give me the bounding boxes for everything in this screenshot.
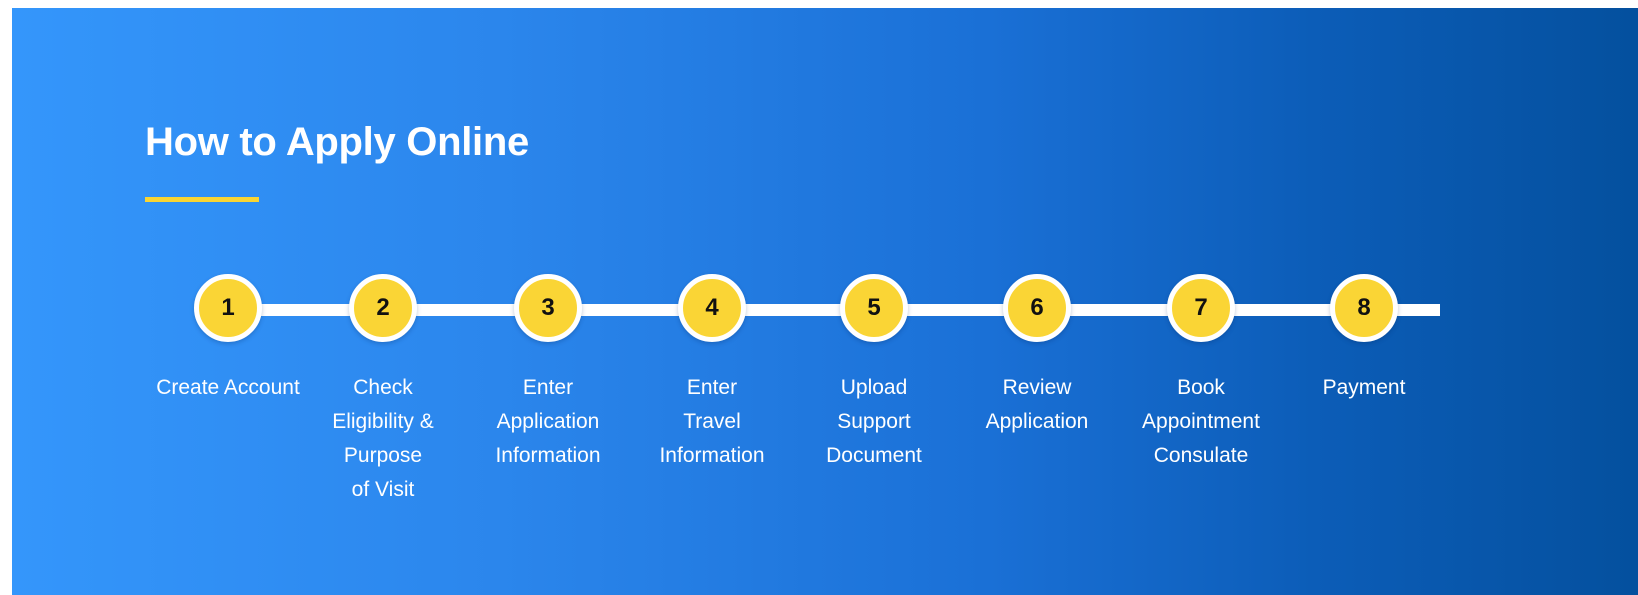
step-6-number: 6 [1030, 294, 1044, 321]
step-2-label-line: Check [353, 376, 413, 399]
step-4-label-line: Information [659, 444, 765, 467]
step-2-label-line: Purpose [343, 444, 423, 467]
step-3-label-line: Information [495, 444, 601, 467]
step-5-label-line: Support [837, 410, 911, 433]
step-8-label-line: Payment [1322, 376, 1406, 399]
step-2-label: Check Eligibility & Purpose of Visit [293, 371, 473, 507]
how-to-apply-banner: How to Apply Online 1 Create Account 2 C… [12, 8, 1638, 595]
title-underline [145, 197, 259, 202]
step-3-label-line: Enter [522, 376, 574, 399]
step-4: 4 Enter Travel Information [622, 274, 802, 473]
step-6-label: Review Application [947, 371, 1127, 439]
step-2-label-line: Eligibility & [332, 410, 434, 433]
step-8-number: 8 [1357, 294, 1371, 321]
step-4-number: 4 [705, 294, 719, 321]
step-7-label-line: Consulate [1153, 444, 1249, 467]
step-3-label: Enter Application Information [458, 371, 638, 473]
step-7-number: 7 [1194, 294, 1208, 321]
step-4-circle[interactable]: 4 [678, 274, 746, 342]
step-5-circle[interactable]: 5 [840, 274, 908, 342]
step-8-circle[interactable]: 8 [1330, 274, 1398, 342]
step-5-number: 5 [867, 294, 881, 321]
step-8: 8 Payment [1274, 274, 1454, 405]
step-6-label-line: Review [1002, 376, 1072, 399]
step-3-circle[interactable]: 3 [514, 274, 582, 342]
step-5-label-line: Document [826, 444, 922, 467]
step-1-label: Create Account [138, 371, 318, 405]
step-4-label-line: Travel [683, 410, 741, 433]
step-2: 2 Check Eligibility & Purpose of Visit [293, 274, 473, 507]
step-7-circle[interactable]: 7 [1167, 274, 1235, 342]
step-7-label-line: Appointment [1142, 410, 1260, 433]
step-5-label: Upload Support Document [784, 371, 964, 473]
step-2-number: 2 [376, 294, 390, 321]
step-6: 6 Review Application [947, 274, 1127, 439]
step-1-circle[interactable]: 1 [194, 274, 262, 342]
step-6-label-line: Application [985, 410, 1089, 433]
step-7-label: Book Appointment Consulate [1111, 371, 1291, 473]
step-1-label-line: Create Account [156, 376, 300, 399]
step-7: 7 Book Appointment Consulate [1111, 274, 1291, 473]
step-1-number: 1 [221, 294, 235, 321]
step-6-circle[interactable]: 6 [1003, 274, 1071, 342]
step-5-label-line: Upload [840, 376, 908, 399]
step-2-circle[interactable]: 2 [349, 274, 417, 342]
step-3: 3 Enter Application Information [458, 274, 638, 473]
step-2-label-line: of Visit [351, 478, 415, 501]
step-3-label-line: Application [496, 410, 600, 433]
step-4-label: Enter Travel Information [622, 371, 802, 473]
step-4-label-line: Enter [686, 376, 738, 399]
step-8-label: Payment [1274, 371, 1454, 405]
step-1: 1 Create Account [138, 274, 318, 405]
step-7-label-line: Book [1177, 376, 1225, 399]
step-3-number: 3 [541, 294, 555, 321]
page-title: How to Apply Online [145, 120, 529, 164]
step-5: 5 Upload Support Document [784, 274, 964, 473]
